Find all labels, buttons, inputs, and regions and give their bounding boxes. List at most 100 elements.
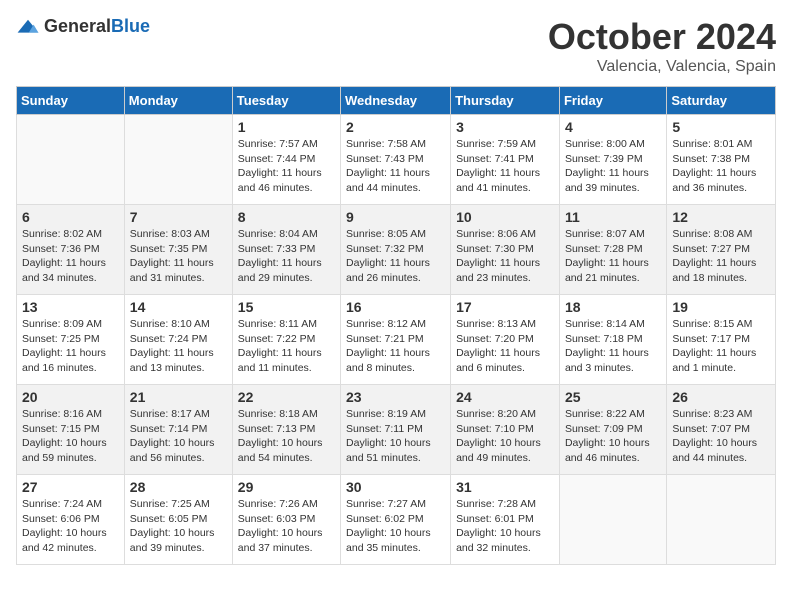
calendar-cell: 7 Sunrise: 8:03 AM Sunset: 7:35 PM Dayli… [124,205,232,295]
cell-date-number: 23 [346,389,445,405]
cell-sunset: Sunset: 7:43 PM [346,152,445,167]
cell-daylight: Daylight: 11 hours and 18 minutes. [672,256,770,285]
calendar-week-row: 6 Sunrise: 8:02 AM Sunset: 7:36 PM Dayli… [17,205,776,295]
calendar-table: Sunday Monday Tuesday Wednesday Thursday… [16,86,776,565]
cell-sunset: Sunset: 7:15 PM [22,422,119,437]
cell-daylight: Daylight: 11 hours and 6 minutes. [456,346,554,375]
cell-date-number: 10 [456,209,554,225]
calendar-week-row: 1 Sunrise: 7:57 AM Sunset: 7:44 PM Dayli… [17,115,776,205]
calendar-location: Valencia, Valencia, Spain [548,58,776,76]
cell-sunset: Sunset: 7:10 PM [456,422,554,437]
cell-daylight: Daylight: 11 hours and 34 minutes. [22,256,119,285]
calendar-cell: 18 Sunrise: 8:14 AM Sunset: 7:18 PM Dayl… [559,295,666,385]
cell-date-number: 19 [672,299,770,315]
cell-date-number: 15 [238,299,335,315]
cell-sunset: Sunset: 7:32 PM [346,242,445,257]
cell-date-number: 14 [130,299,227,315]
cell-daylight: Daylight: 10 hours and 42 minutes. [22,526,119,555]
cell-date-number: 25 [565,389,661,405]
cell-date-number: 4 [565,119,661,135]
header-sunday: Sunday [17,87,125,115]
cell-date-number: 9 [346,209,445,225]
calendar-cell [559,475,666,565]
cell-sunrise: Sunrise: 7:59 AM [456,137,554,152]
cell-sunrise: Sunrise: 8:11 AM [238,317,335,332]
cell-sunset: Sunset: 6:06 PM [22,512,119,527]
cell-date-number: 30 [346,479,445,495]
cell-sunset: Sunset: 6:01 PM [456,512,554,527]
calendar-cell: 4 Sunrise: 8:00 AM Sunset: 7:39 PM Dayli… [559,115,666,205]
cell-sunrise: Sunrise: 8:18 AM [238,407,335,422]
calendar-cell [667,475,776,565]
cell-sunrise: Sunrise: 8:07 AM [565,227,661,242]
cell-sunrise: Sunrise: 8:05 AM [346,227,445,242]
cell-sunset: Sunset: 7:44 PM [238,152,335,167]
calendar-cell: 10 Sunrise: 8:06 AM Sunset: 7:30 PM Dayl… [451,205,560,295]
cell-sunrise: Sunrise: 8:06 AM [456,227,554,242]
cell-date-number: 7 [130,209,227,225]
cell-daylight: Daylight: 11 hours and 29 minutes. [238,256,335,285]
cell-sunset: Sunset: 7:24 PM [130,332,227,347]
calendar-week-row: 13 Sunrise: 8:09 AM Sunset: 7:25 PM Dayl… [17,295,776,385]
calendar-cell: 14 Sunrise: 8:10 AM Sunset: 7:24 PM Dayl… [124,295,232,385]
cell-date-number: 6 [22,209,119,225]
cell-sunrise: Sunrise: 8:00 AM [565,137,661,152]
header-friday: Friday [559,87,666,115]
cell-daylight: Daylight: 11 hours and 16 minutes. [22,346,119,375]
cell-sunset: Sunset: 7:28 PM [565,242,661,257]
calendar-cell: 23 Sunrise: 8:19 AM Sunset: 7:11 PM Dayl… [341,385,451,475]
cell-date-number: 5 [672,119,770,135]
cell-daylight: Daylight: 11 hours and 1 minute. [672,346,770,375]
cell-sunrise: Sunrise: 8:23 AM [672,407,770,422]
cell-sunrise: Sunrise: 8:15 AM [672,317,770,332]
cell-sunset: Sunset: 7:20 PM [456,332,554,347]
cell-sunrise: Sunrise: 8:22 AM [565,407,661,422]
calendar-cell: 28 Sunrise: 7:25 AM Sunset: 6:05 PM Dayl… [124,475,232,565]
cell-sunrise: Sunrise: 8:19 AM [346,407,445,422]
cell-sunrise: Sunrise: 8:13 AM [456,317,554,332]
calendar-week-row: 27 Sunrise: 7:24 AM Sunset: 6:06 PM Dayl… [17,475,776,565]
cell-sunset: Sunset: 7:21 PM [346,332,445,347]
cell-daylight: Daylight: 10 hours and 35 minutes. [346,526,445,555]
cell-date-number: 12 [672,209,770,225]
header-monday: Monday [124,87,232,115]
cell-date-number: 2 [346,119,445,135]
cell-sunrise: Sunrise: 8:17 AM [130,407,227,422]
cell-sunset: Sunset: 6:02 PM [346,512,445,527]
cell-sunset: Sunset: 7:41 PM [456,152,554,167]
cell-sunrise: Sunrise: 8:10 AM [130,317,227,332]
header-thursday: Thursday [451,87,560,115]
cell-date-number: 20 [22,389,119,405]
cell-daylight: Daylight: 10 hours and 51 minutes. [346,436,445,465]
calendar-cell: 16 Sunrise: 8:12 AM Sunset: 7:21 PM Dayl… [341,295,451,385]
cell-sunrise: Sunrise: 7:27 AM [346,497,445,512]
cell-daylight: Daylight: 11 hours and 23 minutes. [456,256,554,285]
calendar-cell [17,115,125,205]
cell-sunset: Sunset: 7:33 PM [238,242,335,257]
cell-daylight: Daylight: 10 hours and 37 minutes. [238,526,335,555]
cell-daylight: Daylight: 10 hours and 56 minutes. [130,436,227,465]
calendar-cell: 31 Sunrise: 7:28 AM Sunset: 6:01 PM Dayl… [451,475,560,565]
cell-sunrise: Sunrise: 8:14 AM [565,317,661,332]
calendar-cell: 17 Sunrise: 8:13 AM Sunset: 7:20 PM Dayl… [451,295,560,385]
cell-sunset: Sunset: 7:14 PM [130,422,227,437]
cell-daylight: Daylight: 11 hours and 41 minutes. [456,166,554,195]
cell-daylight: Daylight: 10 hours and 46 minutes. [565,436,661,465]
cell-date-number: 26 [672,389,770,405]
cell-date-number: 29 [238,479,335,495]
calendar-cell: 30 Sunrise: 7:27 AM Sunset: 6:02 PM Dayl… [341,475,451,565]
cell-date-number: 1 [238,119,335,135]
calendar-cell: 26 Sunrise: 8:23 AM Sunset: 7:07 PM Dayl… [667,385,776,475]
cell-date-number: 24 [456,389,554,405]
cell-sunrise: Sunrise: 7:25 AM [130,497,227,512]
logo-icon [16,18,40,36]
cell-sunset: Sunset: 7:30 PM [456,242,554,257]
logo-general-text: General [44,16,111,36]
cell-daylight: Daylight: 11 hours and 46 minutes. [238,166,335,195]
calendar-cell: 25 Sunrise: 8:22 AM Sunset: 7:09 PM Dayl… [559,385,666,475]
cell-sunset: Sunset: 7:17 PM [672,332,770,347]
title-block: October 2024 Valencia, Valencia, Spain [548,16,776,76]
cell-daylight: Daylight: 10 hours and 59 minutes. [22,436,119,465]
cell-daylight: Daylight: 11 hours and 36 minutes. [672,166,770,195]
cell-date-number: 27 [22,479,119,495]
